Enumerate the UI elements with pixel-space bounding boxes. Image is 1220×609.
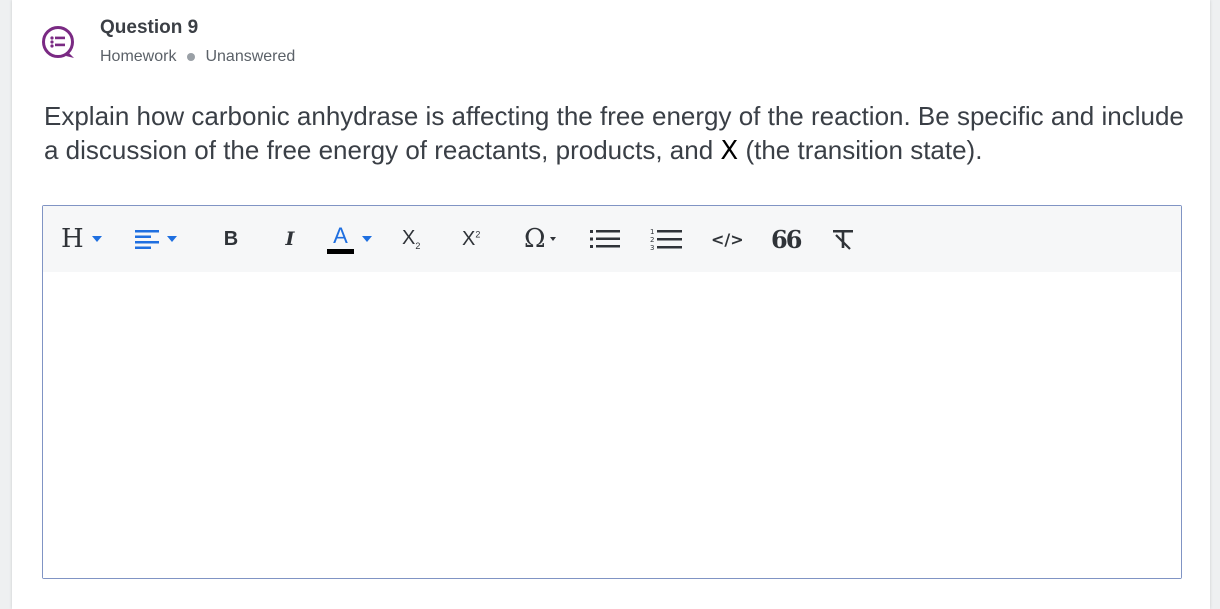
superscript-letter: X bbox=[462, 227, 476, 250]
heading-dropdown[interactable]: H bbox=[61, 223, 102, 255]
subscript-letter: X bbox=[402, 227, 416, 249]
chevron-down-icon bbox=[167, 236, 177, 242]
superscript-button[interactable]: X2 bbox=[462, 223, 480, 255]
font-color-dropdown[interactable]: A bbox=[327, 223, 372, 255]
question-prompt: Explain how carbonic anhydrase is affect… bbox=[44, 99, 1194, 168]
transition-state-symbol: X bbox=[720, 136, 739, 166]
clear-formatting-icon bbox=[833, 230, 853, 250]
subscript-icon: X2 bbox=[402, 227, 420, 251]
quote-icon: 66 bbox=[771, 224, 802, 254]
bullet-list-button[interactable] bbox=[590, 223, 620, 255]
italic-icon: I bbox=[285, 228, 295, 250]
heading-icon: H bbox=[61, 224, 84, 254]
bold-icon: B bbox=[223, 227, 239, 250]
code-icon: </> bbox=[711, 229, 744, 249]
question-category: Homework bbox=[100, 48, 177, 65]
chevron-down-icon bbox=[362, 236, 372, 242]
special-character-dropdown[interactable]: Ω bbox=[524, 223, 556, 255]
answer-editor: H B I A X2 X2 Ω 1 2 3 </> 66 bbox=[42, 205, 1182, 579]
numbered-list-icon: 1 2 3 bbox=[650, 228, 682, 251]
font-color-bar bbox=[327, 248, 354, 254]
question-type-icon bbox=[42, 26, 74, 58]
chevron-down-icon bbox=[91, 236, 102, 242]
chevron-down-icon bbox=[549, 237, 556, 241]
clear-formatting-button[interactable] bbox=[831, 223, 855, 255]
align-dropdown[interactable] bbox=[135, 223, 177, 255]
align-left-icon bbox=[135, 230, 159, 249]
subscript-button[interactable]: X2 bbox=[402, 223, 420, 255]
code-button[interactable]: </> bbox=[711, 223, 744, 255]
bold-button[interactable]: B bbox=[221, 223, 241, 255]
question-title: Question 9 bbox=[100, 17, 199, 38]
subscript-number: 2 bbox=[415, 241, 421, 251]
prompt-text-after: (the transition state). bbox=[738, 135, 983, 165]
svg-text:1: 1 bbox=[650, 228, 654, 236]
font-color-icon: A bbox=[327, 222, 354, 254]
font-color-letter: A bbox=[333, 222, 348, 248]
italic-button[interactable]: I bbox=[280, 223, 300, 255]
answer-text-area[interactable] bbox=[43, 272, 1181, 578]
bullet-list-icon bbox=[590, 230, 620, 248]
blockquote-button[interactable]: 66 bbox=[771, 223, 802, 255]
numbered-list-button[interactable]: 1 2 3 bbox=[650, 223, 682, 255]
prompt-text-before: Explain how carbonic anhydrase is affect… bbox=[44, 101, 1184, 165]
superscript-icon: X2 bbox=[462, 228, 480, 251]
superscript-number: 2 bbox=[475, 228, 481, 239]
question-meta: Homework Unanswered bbox=[100, 48, 295, 66]
svg-text:2: 2 bbox=[650, 236, 654, 244]
svg-text:3: 3 bbox=[650, 244, 654, 251]
separator-dot bbox=[187, 53, 196, 61]
editor-toolbar: H B I A X2 X2 Ω 1 2 3 </> 66 bbox=[43, 206, 1181, 272]
question-status: Unanswered bbox=[205, 48, 296, 65]
omega-icon: Ω bbox=[524, 224, 546, 254]
question-card: Question 9 Homework Unanswered Explain h… bbox=[12, 0, 1210, 609]
